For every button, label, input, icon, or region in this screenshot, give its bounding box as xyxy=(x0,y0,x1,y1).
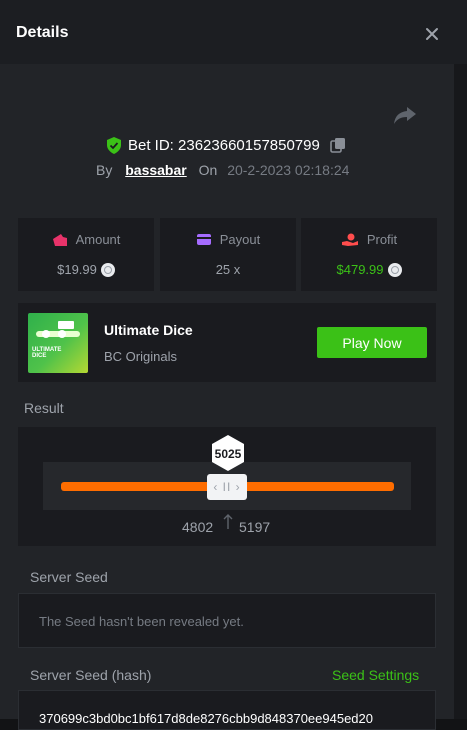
server-seed-hash-field[interactable]: 370699c3bd0bc1bf617d8de8276cbb9d848370ee… xyxy=(18,690,436,730)
stat-profit: Profit $479.99 xyxy=(301,218,437,291)
range-low: 4802 xyxy=(182,519,214,535)
by-label: By xyxy=(96,162,113,178)
game-thumbnail[interactable]: ULTIMATE DICE xyxy=(28,313,88,373)
bet-id: Bet ID: 23623660157850799 xyxy=(128,136,320,154)
result-panel: 5025 ‹ II › 4802 5197 xyxy=(18,427,436,546)
coin-icon xyxy=(387,262,402,277)
shield-check-icon xyxy=(107,136,121,154)
server-seed-hash-label: Server Seed (hash) xyxy=(30,667,152,683)
wallet-icon xyxy=(52,233,67,246)
stat-label: Amount xyxy=(75,232,121,247)
copy-icon[interactable] xyxy=(330,137,346,153)
stat-label: Profit xyxy=(366,232,398,247)
server-seed-placeholder: The Seed hasn't been revealed yet. xyxy=(39,614,244,629)
coin-icon xyxy=(100,262,115,277)
thumbnail-title: ULTIMATE DICE xyxy=(32,347,62,359)
result-label: Result xyxy=(24,400,64,416)
range-high: 5197 xyxy=(239,519,271,535)
play-now-button[interactable]: Play Now xyxy=(317,327,427,358)
stat-amount: Amount $19.99 xyxy=(18,218,154,291)
slider-handle[interactable]: ‹ II › xyxy=(207,474,247,500)
modal-title: Details xyxy=(16,24,69,41)
close-icon[interactable] xyxy=(420,22,444,46)
game-name: Ultimate Dice xyxy=(104,322,193,338)
result-value: 5025 xyxy=(214,447,242,461)
scrollbar[interactable] xyxy=(454,64,467,719)
hand-coin-icon xyxy=(341,233,358,246)
server-seed-field: The Seed hasn't been revealed yet. xyxy=(18,593,436,648)
bet-meta-row: By bassabar On 20-2-2023 02:18:24 xyxy=(96,162,349,178)
bet-id-row: Bet ID: 23623660157850799 xyxy=(106,136,346,154)
stat-value: $479.99 xyxy=(336,262,384,277)
seed-settings-link[interactable]: Seed Settings xyxy=(332,667,419,683)
stat-payout: Payout 25 x xyxy=(160,218,296,291)
arrow-up-icon xyxy=(223,514,233,529)
server-seed-label: Server Seed xyxy=(30,569,108,585)
bet-datetime: 20-2-2023 02:18:24 xyxy=(227,162,350,178)
stat-value: 25 x xyxy=(215,262,241,277)
on-label: On xyxy=(198,162,218,178)
stat-label: Payout xyxy=(219,232,261,247)
stat-value: $19.99 xyxy=(57,262,97,277)
game-provider: BC Originals xyxy=(104,349,177,364)
dice-slider-icon xyxy=(36,321,80,338)
share-icon[interactable] xyxy=(392,103,418,127)
game-card: ULTIMATE DICE Ultimate Dice BC Originals… xyxy=(18,303,436,382)
modal-header: Details xyxy=(0,0,467,64)
username-link[interactable]: bassabar xyxy=(125,162,186,178)
card-icon xyxy=(196,234,211,245)
